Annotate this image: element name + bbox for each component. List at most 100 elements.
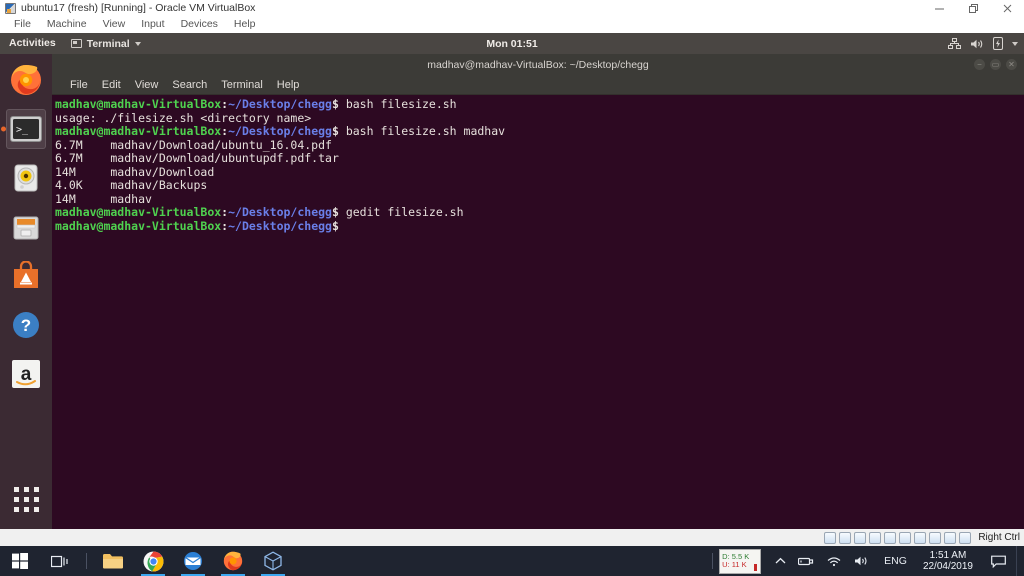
menu-help[interactable]: Help (226, 16, 264, 33)
chevron-down-icon-tray[interactable] (1012, 41, 1018, 46)
menu-input[interactable]: Input (133, 16, 172, 33)
terminal-output-line: 14M madhav (55, 191, 1024, 207)
prompt-path: ~/Desktop/chegg (228, 97, 332, 111)
grid-dot (13, 506, 19, 512)
terminal-output[interactable]: madhav@madhav-VirtualBox:~/Desktop/chegg… (52, 95, 1024, 529)
removable-media-button[interactable] (792, 546, 820, 576)
host-key-label: Right Ctrl (978, 532, 1020, 543)
language-indicator[interactable]: ENG (876, 555, 915, 567)
usb-icon[interactable] (899, 531, 912, 544)
terminal-icon: >_ (10, 116, 42, 142)
mouse-capture-icon[interactable] (929, 531, 942, 544)
taskbar-google-chrome[interactable] (133, 546, 173, 576)
volume-icon[interactable] (970, 38, 984, 50)
launcher-item-rhythmbox[interactable] (6, 158, 46, 198)
virtualbox-titlebar: ubuntu17 (fresh) [Running] - Oracle VM V… (0, 0, 1024, 16)
activities-button[interactable]: Activities (0, 33, 65, 54)
clock-time: 1:51 AM (929, 550, 967, 561)
task-view-button[interactable] (40, 546, 80, 576)
host-restore-button[interactable] (956, 0, 990, 16)
notification-center-button[interactable] (981, 555, 1016, 568)
network-meter[interactable]: D: 5.5 K U: 11 K (719, 548, 762, 574)
mail-icon (184, 552, 202, 570)
taskbar-divider (86, 553, 87, 569)
terminal-menu-edit[interactable]: Edit (95, 75, 128, 95)
host-minimize-button[interactable] (922, 0, 956, 16)
terminal-menu-help[interactable]: Help (270, 75, 307, 95)
launcher-item-terminal[interactable]: >_ (6, 109, 46, 149)
menu-devices[interactable]: Devices (173, 16, 226, 33)
terminal-menu-search[interactable]: Search (165, 75, 214, 95)
app-menu-terminal[interactable]: Terminal (65, 38, 147, 50)
removable-media-icon (798, 557, 814, 566)
terminal-output-line: 6.7M madhav/Download/ubuntu_16.04.pdf (55, 137, 1024, 153)
terminal-prompt-line: madhav@madhav-VirtualBox:~/Desktop/chegg… (55, 206, 1024, 220)
files-icon (13, 216, 39, 240)
menu-machine[interactable]: Machine (39, 16, 95, 33)
terminal-output-line: 6.7M madhav/Download/ubuntupdf.pdf.tar (55, 151, 1024, 166)
svg-text:>_: >_ (16, 125, 29, 136)
terminal-maximize-button[interactable]: ▭ (990, 59, 1001, 70)
terminal-menu-terminal[interactable]: Terminal (214, 75, 270, 95)
prompt-path: ~/Desktop/chegg (228, 124, 332, 139)
grid-dot (33, 486, 39, 492)
launcher-item-ubuntu-software[interactable] (6, 256, 46, 296)
network-meter-bar (754, 563, 758, 571)
battery-icon[interactable] (993, 37, 1003, 50)
prompt-user-host: madhav@madhav-VirtualBox (55, 218, 222, 233)
terminal-minimize-button[interactable]: − (974, 59, 985, 70)
launcher-item-firefox[interactable] (6, 60, 46, 100)
ubuntu-clock[interactable]: Mon 01:51 (486, 38, 537, 50)
prompt-path: ~/Desktop/chegg (228, 205, 332, 220)
terminal-output-text: 14M madhav (55, 191, 152, 206)
prompt-symbol: $ (331, 205, 339, 220)
terminal-close-button[interactable]: ✕ (1006, 59, 1017, 70)
terminal-prompt-line: madhav@madhav-VirtualBox:~/Desktop/chegg… (55, 124, 1024, 139)
svg-text:a: a (21, 364, 32, 385)
display-icon[interactable] (884, 531, 897, 544)
terminal-title: madhav@madhav-VirtualBox: ~/Desktop/cheg… (427, 58, 649, 71)
terminal-menu-file[interactable]: File (63, 75, 95, 95)
host-close-button[interactable] (990, 0, 1024, 16)
menu-view[interactable]: View (95, 16, 134, 33)
volume-button[interactable] (848, 546, 876, 576)
launcher-item-help[interactable]: ? (6, 305, 46, 345)
optical-disk-icon[interactable] (839, 531, 852, 544)
taskbar-virtualbox[interactable] (253, 546, 293, 576)
prompt-user-host: madhav@madhav-VirtualBox (55, 97, 222, 111)
virtualbox-icon (264, 551, 282, 571)
firefox-icon (223, 551, 243, 571)
taskbar-file-explorer[interactable] (93, 546, 133, 576)
start-button[interactable] (0, 546, 40, 576)
show-applications-button[interactable] (6, 479, 46, 519)
menu-file[interactable]: File (6, 16, 39, 33)
shared-folder-icon[interactable] (869, 531, 882, 544)
grid-dot (23, 496, 29, 502)
launcher-item-amazon[interactable]: a (6, 354, 46, 394)
show-desktop-button[interactable] (1016, 546, 1022, 576)
host-key-icon[interactable] (959, 531, 972, 544)
rhythmbox-icon (14, 164, 38, 192)
taskbar-clock[interactable]: 1:51 AM 22/04/2019 (915, 550, 981, 572)
network-icon[interactable] (948, 37, 961, 50)
terminal-window-icon (70, 39, 82, 48)
keyboard-icon[interactable] (944, 531, 957, 544)
terminal-output-text: 6.7M madhav/Download/ubuntu_16.04.pdf (55, 137, 332, 152)
terminal-menu-view[interactable]: View (128, 75, 166, 95)
terminal-window: madhav@madhav-VirtualBox: ~/Desktop/cheg… (52, 54, 1024, 529)
grid-dot (23, 506, 29, 512)
video-capture-icon[interactable] (914, 531, 927, 544)
launcher-item-files[interactable] (6, 207, 46, 247)
wifi-button[interactable] (820, 546, 848, 576)
show-hidden-icons-button[interactable] (769, 546, 792, 576)
network-icon[interactable] (854, 531, 867, 544)
taskbar-firefox[interactable] (213, 546, 253, 576)
hard-disk-icon[interactable] (824, 531, 837, 544)
windows-taskbar: D: 5.5 K U: 11 K ENG 1:51 AM 22/04/2019 (0, 546, 1024, 576)
ubuntu-system-tray (948, 37, 1018, 50)
wifi-icon (827, 557, 841, 567)
chevron-down-icon (134, 41, 141, 46)
file-explorer-icon (103, 554, 123, 569)
taskbar-mail[interactable] (173, 546, 213, 576)
clock-date: 22/04/2019 (922, 561, 973, 572)
